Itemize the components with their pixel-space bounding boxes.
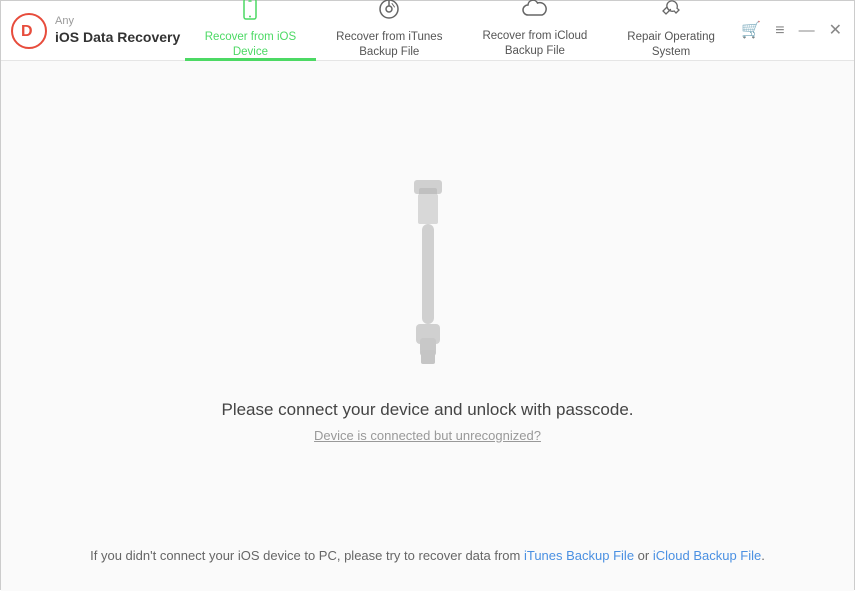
nav-tabs: Recover from iOSDevice Recover from iTun… — [185, 1, 735, 61]
footer-before: If you didn't connect your iOS device to… — [90, 548, 524, 563]
tab-itunes-backup[interactable]: Recover from iTunesBackup File — [316, 1, 462, 61]
icloud-icon — [522, 0, 548, 25]
tab-repair-label: Repair OperatingSystem — [627, 30, 715, 60]
footer-text: If you didn't connect your iOS device to… — [1, 548, 854, 563]
close-button[interactable]: ✕ — [827, 21, 844, 41]
cable-illustration — [368, 170, 488, 370]
cart-button[interactable]: 🛒 — [739, 21, 763, 41]
app-name-container: Any iOS Data Recovery — [55, 15, 180, 46]
window-controls: 🛒 ≡ — ✕ — [739, 21, 844, 41]
itunes-icon — [378, 0, 400, 26]
lightning-cable-svg — [368, 170, 488, 370]
connect-message: Please connect your device and unlock wi… — [221, 400, 633, 420]
icloud-backup-link[interactable]: iCloud Backup File — [653, 548, 761, 563]
app-name: iOS Data Recovery — [55, 28, 180, 46]
app-logo-icon: D — [11, 13, 47, 49]
tab-icloud-label: Recover from iCloudBackup File — [482, 29, 587, 59]
tab-repair-os[interactable]: Repair OperatingSystem — [607, 1, 735, 61]
tab-ios-device[interactable]: Recover from iOSDevice — [185, 1, 316, 61]
tab-itunes-label: Recover from iTunesBackup File — [336, 30, 442, 60]
itunes-backup-link[interactable]: iTunes Backup File — [524, 548, 634, 563]
tab-ios-device-label: Recover from iOSDevice — [205, 30, 296, 60]
title-bar: D Any iOS Data Recovery Recover from iOS… — [1, 1, 854, 61]
app-logo: D Any iOS Data Recovery — [11, 13, 180, 49]
unrecognized-link[interactable]: Device is connected but unrecognized? — [314, 428, 541, 443]
footer-after: . — [761, 548, 765, 563]
minimize-button[interactable]: — — [797, 21, 817, 41]
app-any-label: Any — [55, 15, 180, 28]
main-content: Please connect your device and unlock wi… — [1, 61, 854, 591]
tab-icloud-backup[interactable]: Recover from iCloudBackup File — [462, 1, 607, 61]
svg-text:D: D — [21, 23, 33, 40]
ios-device-icon — [239, 0, 261, 26]
footer-middle: or — [634, 548, 653, 563]
repair-icon — [660, 0, 682, 26]
menu-button[interactable]: ≡ — [773, 21, 786, 41]
